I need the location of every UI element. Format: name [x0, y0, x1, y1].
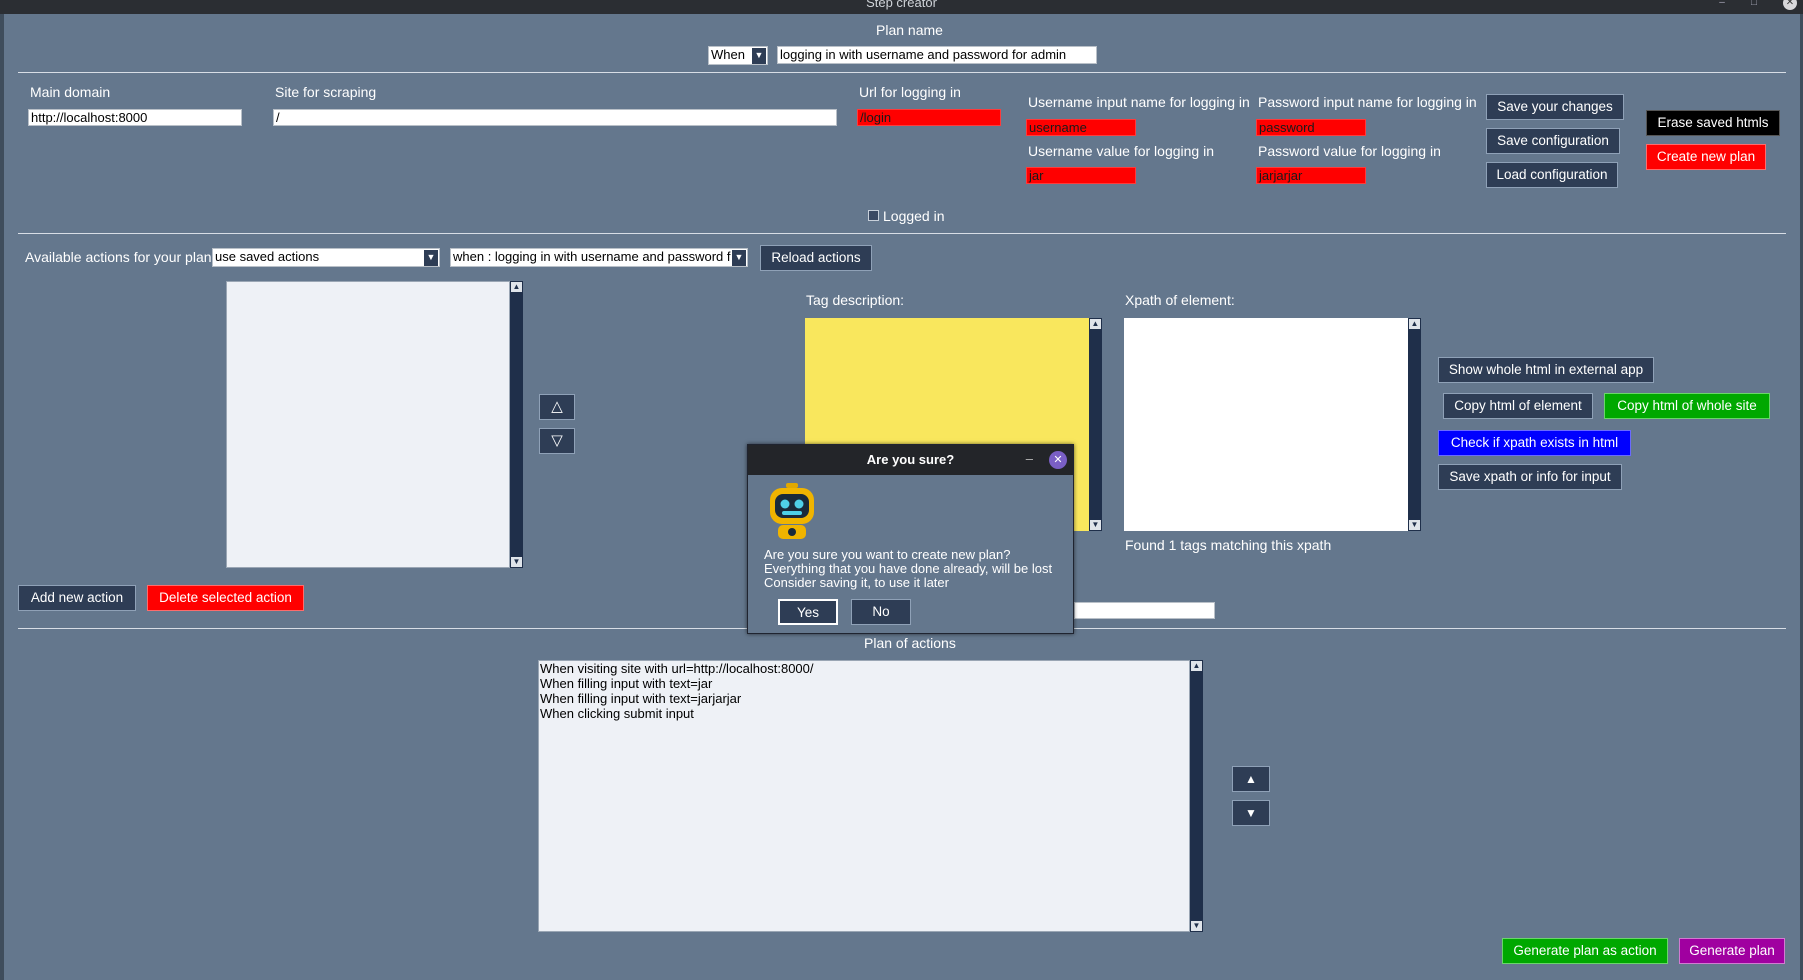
generate-plan-as-action-button[interactable]: Generate plan as action	[1502, 938, 1668, 964]
xpath-text[interactable]	[1124, 318, 1408, 531]
plan-scrollbar[interactable]	[1190, 660, 1203, 932]
available-actions-label: Available actions for your plan	[25, 249, 212, 265]
divider	[18, 233, 1786, 234]
window-titlebar: Step creator	[0, 0, 1803, 14]
chevron-down-icon[interactable]: ▼	[424, 250, 438, 266]
window-title: Step creator	[866, 0, 937, 10]
reload-actions-button[interactable]: Reload actions	[760, 245, 872, 271]
site-input[interactable]: /	[273, 109, 837, 126]
chevron-down-icon[interactable]: ▼	[752, 48, 766, 64]
minimize-icon[interactable]: –	[1716, 0, 1728, 9]
plan-line: When filling input with text=jarjarjar	[540, 691, 742, 706]
move-plan-step-down-button[interactable]: ▼	[1232, 800, 1270, 826]
plan-line: When visiting site with url=http://local…	[540, 661, 814, 676]
save-configuration-button[interactable]: Save configuration	[1486, 128, 1620, 154]
main-domain-label: Main domain	[30, 84, 111, 100]
scroll-up-icon[interactable]: ▲	[1409, 319, 1420, 329]
login-url-input[interactable]: /login	[857, 109, 1001, 126]
erase-saved-htmls-button[interactable]: Erase saved htmls	[1646, 110, 1780, 136]
tag-description-label: Tag description:	[806, 292, 905, 308]
plan-name-prefix-value: When	[711, 47, 745, 62]
tag-description-scrollbar[interactable]	[1089, 318, 1102, 531]
actions-listbox[interactable]	[226, 281, 510, 568]
input-value-field[interactable]	[1074, 602, 1215, 619]
load-configuration-button[interactable]: Load configuration	[1486, 162, 1618, 188]
copy-element-html-button[interactable]: Copy html of element	[1443, 393, 1593, 419]
move-action-down-button[interactable]: ▽	[539, 428, 575, 454]
username-value-label: Username value for logging in	[1028, 143, 1214, 159]
show-html-external-button[interactable]: Show whole html in external app	[1438, 357, 1654, 383]
plan-of-actions-text[interactable]: When visiting site with url=http://local…	[538, 660, 1190, 932]
add-new-action-button[interactable]: Add new action	[18, 585, 136, 611]
plan-line: When clicking submit input	[540, 706, 694, 721]
action-select[interactable]: when : logging in with username and pass…	[450, 248, 748, 267]
dialog-message: Are you sure you want to create new plan…	[764, 548, 1064, 590]
scroll-up-icon[interactable]: ▲	[1191, 661, 1202, 671]
dialog-title: Are you sure?	[748, 445, 1073, 475]
scroll-up-icon[interactable]: ▲	[1090, 319, 1101, 329]
xpath-label: Xpath of element:	[1125, 292, 1235, 308]
action-source-select[interactable]: use saved actions	[212, 248, 440, 267]
create-new-plan-button[interactable]: Create new plan	[1646, 144, 1766, 170]
move-plan-step-up-button[interactable]: ▲	[1232, 766, 1270, 792]
move-action-up-button[interactable]: △	[539, 394, 575, 420]
plan-line: When filling input with text=jar	[540, 676, 713, 691]
scroll-down-icon[interactable]: ▼	[1191, 921, 1202, 931]
dialog-no-button[interactable]: No	[851, 599, 911, 625]
scroll-up-icon[interactable]: ▲	[511, 282, 522, 292]
scroll-down-icon[interactable]: ▼	[511, 557, 522, 567]
dialog-minimize-icon[interactable]: –	[1026, 452, 1033, 465]
dialog-message-line: Consider saving it, to use it later	[764, 575, 949, 590]
plan-of-actions-label: Plan of actions	[864, 635, 956, 651]
dialog-message-line: Everything that you have done already, w…	[764, 561, 1053, 576]
username-input-label: Username input name for logging in	[1028, 94, 1250, 110]
dialog-yes-button[interactable]: Yes	[778, 599, 838, 625]
save-xpath-button[interactable]: Save xpath or info for input	[1438, 464, 1622, 490]
password-input-name[interactable]: password	[1256, 119, 1366, 136]
actions-scrollbar[interactable]	[510, 281, 523, 568]
password-value-input[interactable]: jarjarjar	[1256, 167, 1366, 184]
login-url-label: Url for logging in	[859, 84, 961, 100]
xpath-scrollbar[interactable]	[1408, 318, 1421, 531]
chevron-down-icon[interactable]: ▼	[732, 250, 746, 266]
dialog-message-line: Are you sure you want to create new plan…	[764, 547, 1011, 562]
action-select-value: when : logging in with username and pass…	[453, 249, 731, 264]
site-label: Site for scraping	[275, 84, 377, 100]
password-value-label: Password value for logging in	[1258, 143, 1441, 159]
plan-name-input[interactable]: logging in with username and password fo…	[777, 46, 1097, 64]
divider	[18, 72, 1786, 73]
scroll-down-icon[interactable]: ▼	[1409, 520, 1420, 530]
delete-selected-action-button[interactable]: Delete selected action	[147, 585, 304, 611]
password-input-label: Password input name for logging in	[1258, 94, 1477, 110]
dialog-close-icon[interactable]: ✕	[1049, 451, 1067, 469]
generate-plan-button[interactable]: Generate plan	[1679, 938, 1785, 964]
check-xpath-button[interactable]: Check if xpath exists in html	[1438, 430, 1631, 456]
copy-site-html-button[interactable]: Copy html of whole site	[1604, 393, 1770, 419]
logged-in-label: Logged in	[883, 208, 945, 224]
save-changes-button[interactable]: Save your changes	[1486, 94, 1624, 120]
plan-name-label: Plan name	[876, 22, 943, 38]
logged-in-checkbox[interactable]	[868, 210, 879, 221]
action-source-value: use saved actions	[215, 249, 320, 264]
maximize-icon[interactable]: □	[1748, 0, 1760, 9]
xpath-match-count: Found 1 tags matching this xpath	[1125, 537, 1332, 553]
confirm-dialog: Are you sure? – ✕ Are you sure you want …	[747, 444, 1074, 634]
window-border-left	[0, 14, 4, 980]
username-input-name[interactable]: username	[1026, 119, 1136, 136]
username-value-input[interactable]: jar	[1026, 167, 1136, 184]
robot-icon	[766, 483, 818, 541]
main-domain-input[interactable]: http://localhost:8000	[28, 109, 242, 126]
scroll-down-icon[interactable]: ▼	[1090, 520, 1101, 530]
